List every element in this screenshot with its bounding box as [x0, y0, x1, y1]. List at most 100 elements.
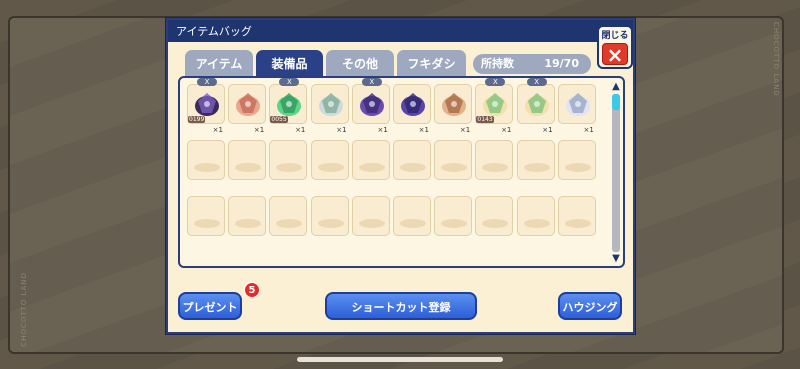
housing-button[interactable]: ハウジング [558, 292, 622, 320]
slot-placeholder [276, 163, 303, 172]
purple-armor-icon [357, 91, 387, 117]
item-count-value: 19/70 [544, 57, 579, 70]
item-slot[interactable]: ×1 [393, 84, 431, 134]
brand-side-text-right: CHOCOTTO LAND [772, 22, 780, 97]
item-quantity: ×1 [583, 126, 594, 134]
slot-placeholder [482, 163, 509, 172]
empty-slot[interactable] [228, 196, 267, 236]
present-count-badge: 5 [244, 282, 260, 298]
empty-slot[interactable] [434, 196, 473, 236]
empty-slot[interactable] [351, 196, 390, 236]
panel-title: アイテムバッグ [168, 20, 633, 42]
flower-bear-icon [480, 91, 510, 117]
slot-placeholder [564, 163, 591, 172]
item-code: 0055 [270, 116, 288, 123]
item-quantity: ×1 [542, 126, 553, 134]
item-quantity: ×1 [253, 126, 265, 134]
present-label: プレゼント [182, 301, 238, 314]
shortcut-register-button[interactable]: ショートカット登録 [325, 292, 477, 320]
present-button[interactable]: プレゼント 5 [178, 282, 260, 320]
item-bag-panel: アイテムバッグ 閉じる × アイテム 装備品 その他 フキダシ 所持数 19/7… [166, 18, 635, 334]
item-quantity: ×1 [377, 126, 388, 134]
empty-slot[interactable] [516, 140, 555, 180]
slot-placeholder [482, 219, 509, 228]
empty-slot[interactable] [434, 140, 473, 180]
crystal-drop-icon [316, 91, 346, 117]
slot-placeholder [441, 219, 468, 228]
gift-box-icon [439, 91, 469, 117]
item-quantity: ×1 [501, 126, 512, 134]
item-slot[interactable]: ×1 [557, 84, 596, 134]
item-slot[interactable]: X 0143 ×1 [475, 78, 514, 134]
pink-bag-icon [233, 91, 263, 117]
empty-slot[interactable] [393, 140, 431, 180]
slot-placeholder [358, 163, 385, 172]
scroll-up-icon[interactable]: ▲ [610, 82, 622, 92]
scroll-down-icon[interactable]: ▼ [610, 254, 622, 264]
item-slot[interactable]: X 0055 ×1 [269, 78, 308, 134]
item-slot[interactable]: X ×1 [516, 78, 555, 134]
empty-slot[interactable] [187, 140, 225, 180]
green-vine-icon [274, 91, 304, 117]
slot-placeholder [441, 163, 468, 172]
empty-slot[interactable] [310, 140, 349, 180]
scrollbar[interactable]: ▲ ▼ [610, 82, 622, 264]
tab-equipment[interactable]: 装備品 [256, 50, 323, 76]
brand-side-text-left: CHOCOTTO LAND [20, 272, 28, 347]
item-slot[interactable]: ×1 [434, 84, 473, 134]
item-slot[interactable]: ×1 [310, 84, 349, 134]
item-quantity: ×1 [295, 126, 306, 134]
tab-items[interactable]: アイテム [185, 50, 253, 76]
dark-wings-icon [192, 91, 222, 117]
item-slot[interactable]: X ×1 [351, 78, 390, 134]
empty-slot[interactable] [475, 140, 514, 180]
item-quantity: ×1 [418, 126, 429, 134]
empty-slot[interactable] [187, 196, 225, 236]
tab-speech-bubble[interactable]: フキダシ [397, 50, 466, 76]
item-slot[interactable]: ×1 [228, 84, 267, 134]
close-button[interactable]: 閉じる × [597, 25, 633, 69]
item-quantity: ×1 [459, 126, 471, 134]
scroll-thumb[interactable] [612, 94, 620, 110]
item-code: 0199 [188, 116, 206, 123]
slot-placeholder [400, 163, 426, 172]
equip-badge: X [485, 78, 506, 86]
empty-slot[interactable] [475, 196, 514, 236]
slot-placeholder [317, 163, 344, 172]
slot-placeholder [235, 163, 262, 172]
empty-slot[interactable] [228, 140, 267, 180]
flower-bear-2-icon [522, 91, 552, 117]
empty-slot[interactable] [310, 196, 349, 236]
equip-badge: X [279, 78, 300, 86]
slot-placeholder [523, 219, 550, 228]
slot-placeholder [276, 219, 303, 228]
empty-slot[interactable] [393, 196, 431, 236]
scroll-track[interactable] [612, 94, 620, 252]
purple-armor-2-icon [398, 91, 428, 117]
empty-slot[interactable] [269, 196, 308, 236]
equip-badge: X [197, 78, 217, 86]
item-quantity: ×1 [212, 126, 223, 134]
slot-placeholder [235, 219, 262, 228]
empty-slot[interactable] [516, 196, 555, 236]
slot-placeholder [564, 219, 591, 228]
slot-placeholder [194, 163, 220, 172]
close-label: 閉じる [601, 31, 629, 41]
home-indicator [297, 357, 503, 362]
tab-other[interactable]: その他 [326, 50, 394, 76]
item-code: 0143 [476, 116, 494, 123]
shell-icon [563, 91, 593, 117]
item-grid: X 0199 ×1 ×1 X 0055 ×1 ×1 X ×1 ×1 ×1 X 0143 ×1 X ×1 ×1 ▲ … [178, 76, 625, 268]
item-quantity: ×1 [336, 126, 347, 134]
item-count: 所持数 19/70 [473, 54, 591, 74]
empty-slot[interactable] [557, 140, 596, 180]
equip-badge: X [526, 78, 547, 86]
item-slot[interactable]: X 0199 ×1 [187, 78, 225, 134]
equip-badge: X [361, 78, 382, 86]
empty-slot[interactable] [351, 140, 390, 180]
empty-slot[interactable] [557, 196, 596, 236]
slot-placeholder [358, 219, 385, 228]
slot-placeholder [523, 163, 550, 172]
empty-slot[interactable] [269, 140, 308, 180]
item-count-label: 所持数 [481, 57, 514, 70]
